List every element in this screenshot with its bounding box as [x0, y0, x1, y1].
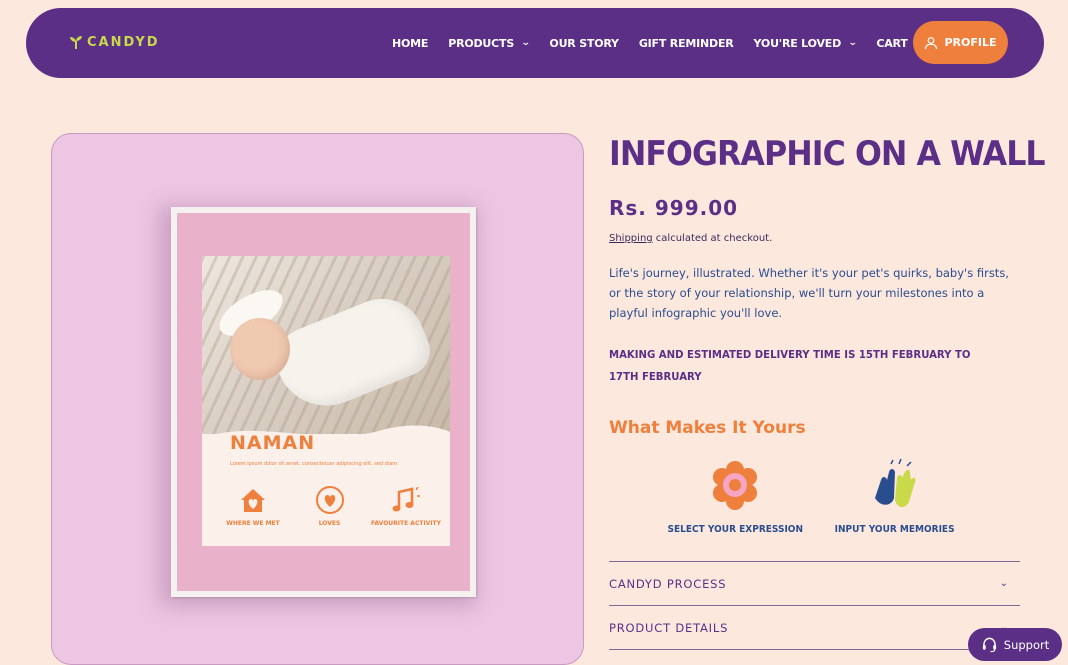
nav-gift-reminder-label: GIFT REMINDER — [638, 36, 734, 50]
feature-list: SELECT YOUR EXPRESSION INPUT YOUR MEMORI… — [660, 458, 970, 535]
shipping-note: Shipping calculated at checkout. — [609, 233, 772, 244]
poster-icon-item: FAVOURITE ACTIVITY — [371, 484, 441, 527]
logo-text: CANDYD — [87, 34, 160, 50]
headset-icon — [982, 637, 996, 653]
shipping-link[interactable]: Shipping — [609, 233, 653, 244]
product-title: INFOGRAPHIC ON A WALL — [609, 134, 1046, 174]
poster-placeholder-text: Lorem ipsum dolor sit amet, consectetuer… — [230, 461, 398, 467]
nav-our-story-link[interactable]: OUR STORY — [549, 36, 619, 50]
poster-icon-label: LOVES — [318, 520, 341, 527]
accordion-product-details[interactable]: PRODUCT DETAILS ⌄ — [609, 605, 1020, 649]
nav-gift-reminder-link[interactable]: GIFT REMINDER — [639, 37, 734, 50]
product-price: Rs. 999.00 — [609, 196, 739, 220]
nav-home-link[interactable]: HOME — [392, 37, 428, 50]
nav-products-dropdown[interactable]: PRODUCTS ⌄ — [448, 36, 531, 50]
product-image-panel[interactable]: NAMAN Lorem ipsum dolor sit amet, consec… — [51, 133, 584, 665]
delivery-notice: MAKING AND ESTIMATED DELIVERY TIME IS 15… — [609, 348, 971, 383]
top-navigation-bar: CANDYD HOME PRODUCTS ⌄ OUR STORY GIFT RE… — [26, 8, 1044, 78]
feature-label: SELECT YOUR EXPRESSION — [667, 524, 803, 535]
poster-icon-label: FAVOURITE ACTIVITY — [371, 520, 441, 527]
main-menu: HOME PRODUCTS ⌄ OUR STORY GIFT REMINDER … — [392, 8, 928, 78]
poster-icon-row: WHERE WE MET LOVES FAVOURITE ACTIVITY — [222, 484, 441, 527]
accordion-divider — [609, 649, 1020, 665]
feature-label: INPUT YOUR MEMORIES — [835, 524, 955, 535]
nav-products-label: PRODUCTS — [448, 36, 515, 50]
what-makes-it-yours-heading: What Makes It Yours — [609, 418, 806, 438]
chevron-down-icon: ⌄ — [999, 578, 1008, 589]
nav-youre-loved-label: YOU'RE LOVED — [753, 36, 842, 50]
poster-name: NAMAN — [230, 432, 316, 454]
logo[interactable]: CANDYD — [68, 34, 160, 50]
product-description: Life's journey, illustrated. Whether it'… — [609, 266, 1009, 320]
flower-icon — [713, 461, 757, 510]
baby-blanket-shape — [266, 285, 438, 422]
accordion-label: CANDYD PROCESS — [609, 576, 727, 591]
high-five-icon — [875, 458, 916, 508]
nav-home-label: HOME — [392, 36, 429, 50]
profile-button[interactable]: PROFILE — [913, 21, 1008, 64]
picture-frame: NAMAN Lorem ipsum dolor sit amet, consec… — [171, 207, 476, 597]
poster-icon-label: WHERE WE MET — [226, 520, 280, 527]
chevron-down-icon: ⌄ — [520, 38, 531, 48]
baby-photo — [202, 256, 450, 434]
nav-cart-link[interactable]: CART — [876, 37, 907, 50]
shipping-note-text: calculated at checkout. — [652, 233, 773, 244]
music-notes-icon — [392, 486, 420, 512]
nav-cart-label: CART — [876, 36, 908, 50]
poster-icon-item: LOVES — [299, 484, 361, 527]
profile-label: PROFILE — [944, 36, 997, 49]
chevron-down-icon: ⌄ — [847, 38, 858, 48]
support-label: Support — [1003, 637, 1050, 652]
frame-mat: NAMAN Lorem ipsum dolor sit amet, consec… — [177, 213, 470, 591]
nav-youre-loved-dropdown[interactable]: YOU'RE LOVED ⌄ — [753, 36, 858, 50]
user-icon — [925, 36, 938, 49]
feature-item: INPUT YOUR MEMORIES — [820, 458, 970, 535]
support-chat-button[interactable]: Support — [968, 628, 1062, 661]
house-heart-icon — [241, 489, 265, 512]
sprout-icon — [70, 36, 82, 49]
infographic-poster: NAMAN Lorem ipsum dolor sit amet, consec… — [202, 256, 450, 546]
feature-item: SELECT YOUR EXPRESSION — [660, 458, 810, 535]
heart-circle-icon — [315, 486, 344, 514]
baby-head-shape — [230, 318, 290, 380]
accordion-candyd-process[interactable]: CANDYD PROCESS ⌄ — [609, 561, 1020, 605]
nav-our-story-label: OUR STORY — [549, 36, 619, 50]
poster-icon-item: WHERE WE MET — [222, 484, 284, 527]
accordion-label: PRODUCT DETAILS — [609, 620, 729, 635]
